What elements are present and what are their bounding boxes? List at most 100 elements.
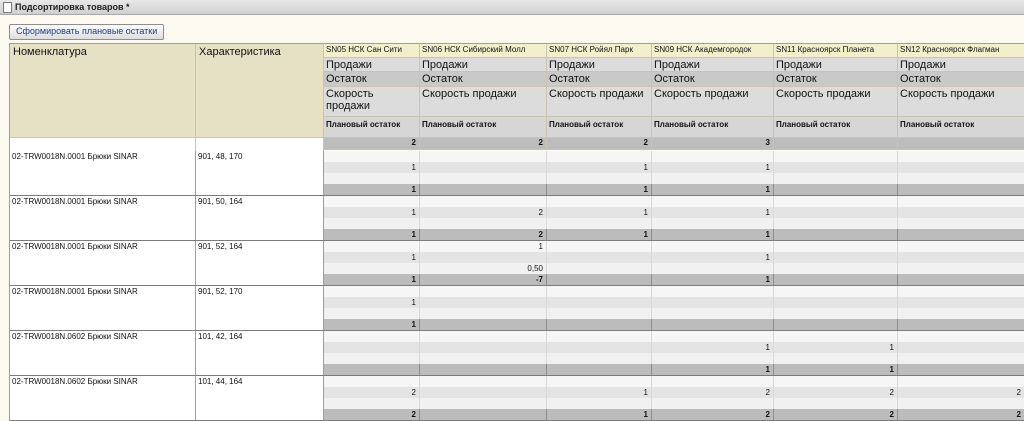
sales-value-cell[interactable]	[774, 241, 898, 252]
sales-value-cell[interactable]	[324, 196, 420, 207]
speed-value-cell[interactable]	[774, 173, 898, 184]
sales-value-cell[interactable]	[774, 196, 898, 207]
sales-value-cell[interactable]: 1	[420, 241, 547, 252]
generate-plan-stock-button[interactable]: Сформировать плановые остатки	[9, 24, 165, 40]
sales-value-cell[interactable]	[547, 376, 652, 387]
nomenclature-cell[interactable]: 02-TRW0018N.0001 Брюки SINAR	[10, 241, 196, 286]
speed-value-cell[interactable]	[324, 173, 420, 184]
speed-value-cell[interactable]	[420, 353, 547, 364]
store-column-header[interactable]: SN11 Красноярск Планета	[774, 44, 898, 58]
sales-value-cell[interactable]	[420, 286, 547, 297]
speed-value-cell[interactable]	[898, 353, 1024, 364]
store-column-header[interactable]: SN05 НСК Сан Сити	[324, 44, 420, 58]
sales-value-cell[interactable]	[774, 286, 898, 297]
stock-value-cell[interactable]: 2	[898, 387, 1024, 398]
stock-value-cell[interactable]: 1	[547, 207, 652, 218]
stock-value-cell[interactable]: 2	[774, 387, 898, 398]
speed-value-cell[interactable]	[774, 398, 898, 409]
stock-value-cell[interactable]	[547, 252, 652, 263]
stock-value-cell[interactable]: 1	[324, 207, 420, 218]
speed-value-cell[interactable]	[652, 308, 774, 319]
speed-value-cell[interactable]	[420, 398, 547, 409]
nomenclature-cell[interactable]: 02-TRW0018N.0001 Брюки SINAR	[10, 286, 196, 331]
header-plan-value[interactable]: 2	[547, 138, 652, 150]
sales-value-cell[interactable]	[547, 151, 652, 162]
stock-value-cell[interactable]	[420, 297, 547, 308]
sales-value-cell[interactable]	[652, 286, 774, 297]
characteristic-cell[interactable]: 101, 42, 164	[196, 331, 324, 376]
stock-value-cell[interactable]: 1	[652, 342, 774, 353]
sales-value-cell[interactable]	[547, 331, 652, 342]
sales-value-cell[interactable]	[898, 241, 1024, 252]
sales-value-cell[interactable]	[652, 241, 774, 252]
stock-value-cell[interactable]	[774, 207, 898, 218]
speed-value-cell[interactable]	[547, 398, 652, 409]
stock-value-cell[interactable]	[774, 297, 898, 308]
characteristic-cell[interactable]: 901, 52, 170	[196, 286, 324, 331]
speed-value-cell[interactable]	[774, 218, 898, 229]
nomenclature-cell[interactable]: 02-TRW0018N.0001 Брюки SINAR	[10, 196, 196, 241]
stock-value-cell[interactable]	[898, 252, 1024, 263]
sales-value-cell[interactable]	[774, 376, 898, 387]
speed-value-cell[interactable]	[774, 353, 898, 364]
stock-value-cell[interactable]: 1	[652, 207, 774, 218]
stock-value-cell[interactable]	[898, 342, 1024, 353]
stock-value-cell[interactable]: 1	[652, 252, 774, 263]
sales-value-cell[interactable]	[547, 241, 652, 252]
column-header-nomenclature[interactable]: Номенклатура	[10, 44, 196, 138]
stock-value-cell[interactable]: 2	[324, 387, 420, 398]
speed-value-cell[interactable]	[420, 308, 547, 319]
stock-value-cell[interactable]	[898, 207, 1024, 218]
stock-value-cell[interactable]	[898, 162, 1024, 173]
sales-value-cell[interactable]	[898, 376, 1024, 387]
speed-value-cell[interactable]	[898, 218, 1024, 229]
sales-value-cell[interactable]	[898, 331, 1024, 342]
speed-value-cell[interactable]	[420, 218, 547, 229]
stock-value-cell[interactable]	[420, 387, 547, 398]
stock-value-cell[interactable]	[324, 342, 420, 353]
speed-value-cell[interactable]	[774, 308, 898, 319]
sales-value-cell[interactable]	[420, 151, 547, 162]
speed-value-cell[interactable]	[324, 398, 420, 409]
speed-value-cell[interactable]	[547, 353, 652, 364]
sales-value-cell[interactable]	[898, 286, 1024, 297]
characteristic-cell[interactable]: 901, 48, 170	[196, 151, 324, 196]
speed-value-cell[interactable]: 0,50	[420, 263, 547, 274]
speed-value-cell[interactable]	[898, 173, 1024, 184]
speed-value-cell[interactable]	[324, 308, 420, 319]
speed-value-cell[interactable]	[652, 398, 774, 409]
sales-value-cell[interactable]	[898, 151, 1024, 162]
stock-value-cell[interactable]	[547, 297, 652, 308]
speed-value-cell[interactable]	[324, 353, 420, 364]
sales-value-cell[interactable]	[547, 196, 652, 207]
speed-value-cell[interactable]	[898, 263, 1024, 274]
stock-value-cell[interactable]: 1	[547, 162, 652, 173]
sales-value-cell[interactable]	[774, 151, 898, 162]
speed-value-cell[interactable]	[898, 308, 1024, 319]
sales-value-cell[interactable]	[420, 376, 547, 387]
speed-value-cell[interactable]	[324, 263, 420, 274]
stock-value-cell[interactable]: 1	[774, 342, 898, 353]
speed-value-cell[interactable]	[774, 263, 898, 274]
sales-value-cell[interactable]	[652, 331, 774, 342]
stock-value-cell[interactable]: 1	[547, 387, 652, 398]
header-plan-value[interactable]	[774, 138, 898, 150]
stock-value-cell[interactable]	[420, 162, 547, 173]
characteristic-cell[interactable]: 101, 44, 164	[196, 376, 324, 421]
header-plan-value[interactable]: 3	[652, 138, 774, 150]
speed-value-cell[interactable]	[420, 173, 547, 184]
stock-value-cell[interactable]	[898, 297, 1024, 308]
stock-value-cell[interactable]	[774, 162, 898, 173]
stock-grid[interactable]: Номенклатура Характеристика SN05 НСК Сан…	[9, 43, 1024, 421]
sales-value-cell[interactable]	[324, 286, 420, 297]
stock-value-cell[interactable]: 2	[652, 387, 774, 398]
stock-value-cell[interactable]: 1	[652, 162, 774, 173]
sales-value-cell[interactable]	[420, 331, 547, 342]
speed-value-cell[interactable]	[547, 263, 652, 274]
nomenclature-cell[interactable]: 02-TRW0018N.0602 Брюки SINAR	[10, 376, 196, 421]
sales-value-cell[interactable]	[898, 196, 1024, 207]
stock-value-cell[interactable]	[547, 342, 652, 353]
stock-value-cell[interactable]	[420, 342, 547, 353]
column-header-characteristic[interactable]: Характеристика	[196, 44, 324, 138]
sales-value-cell[interactable]	[652, 151, 774, 162]
